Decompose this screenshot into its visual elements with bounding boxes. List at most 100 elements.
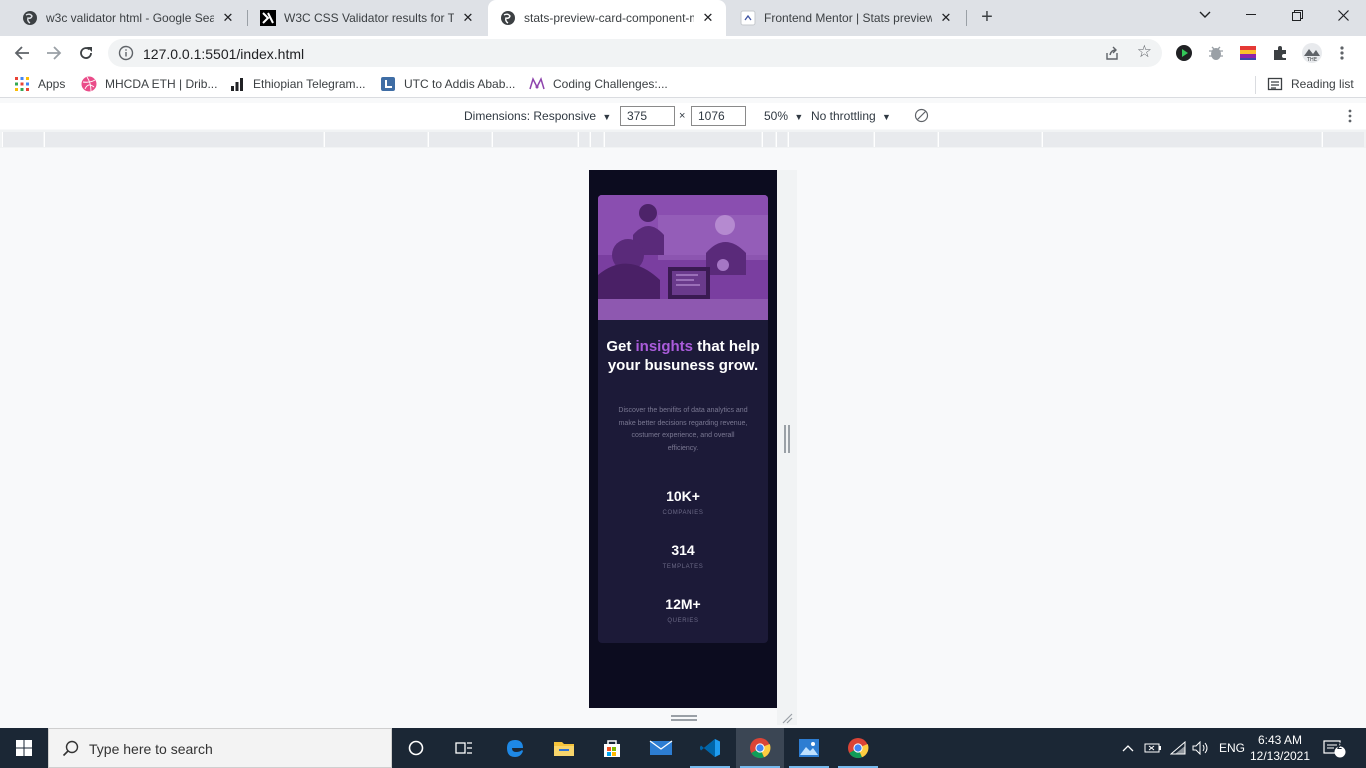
stat-templates: 314 TEMPLATES <box>598 541 768 571</box>
bar-chart-icon <box>231 78 243 91</box>
globe-icon <box>500 10 516 26</box>
bookmark-star-icon[interactable]: ☆ <box>1137 42 1152 62</box>
cortana-icon <box>408 740 424 756</box>
media-query-segment[interactable] <box>578 132 589 147</box>
share-icon[interactable] <box>1104 45 1120 61</box>
media-query-segment[interactable] <box>590 132 603 147</box>
minimize-button[interactable] <box>1228 0 1274 30</box>
bookmark-telegram[interactable]: Ethiopian Telegram... <box>229 76 366 92</box>
edge-button[interactable] <box>491 728 539 768</box>
dimensions-dropdown[interactable]: Dimensions: Responsive ▼ <box>464 109 611 123</box>
clock[interactable]: 6:43 AM 12/13/2021 <box>1244 732 1316 764</box>
new-tab-button[interactable]: + <box>976 6 998 28</box>
profile-avatar-icon[interactable]: THE <box>1301 42 1323 64</box>
bookmark-coding[interactable]: Coding Challenges:... <box>529 76 668 92</box>
info-icon[interactable] <box>118 45 134 61</box>
bookmark-dribbble[interactable]: MHCDA ETH | Drib... <box>81 76 217 92</box>
close-tab-icon[interactable]: ✕ <box>938 10 954 26</box>
language-indicator[interactable]: ENG <box>1219 728 1245 768</box>
media-query-segment[interactable] <box>938 132 1041 147</box>
restore-button[interactable] <box>1274 0 1320 30</box>
card-heading: Get insights that help your busuness gro… <box>598 337 768 375</box>
media-query-segment[interactable] <box>44 132 323 147</box>
reading-list-button[interactable]: Reading list <box>1267 76 1354 92</box>
tab-title: W3C CSS Validator results for Tex <box>284 11 454 25</box>
photos-button[interactable] <box>785 728 833 768</box>
chrome-icon <box>750 738 771 759</box>
reload-button[interactable] <box>74 41 98 65</box>
dropdown-arrow-icon: ▼ <box>882 112 891 122</box>
media-queries-bar <box>0 130 1366 148</box>
bookmarks-divider <box>1255 76 1256 94</box>
tab-google-search[interactable]: w3c validator html - Google Sear ✕ <box>10 0 246 36</box>
store-button[interactable] <box>588 728 636 768</box>
address-bar[interactable]: 127.0.0.1:5501/index.html ☆ <box>108 39 1162 67</box>
media-query-segment[interactable] <box>776 132 787 147</box>
notifications-button[interactable]: 2 <box>1322 728 1346 768</box>
tab-title: stats-preview-card-component-m <box>524 11 694 25</box>
extension-play-icon[interactable] <box>1175 44 1193 62</box>
taskbar-search-box[interactable]: Type here to search <box>48 728 392 768</box>
apps-grid-icon <box>15 77 29 91</box>
search-placeholder: Type here to search <box>89 741 213 757</box>
zoom-dropdown[interactable]: 50% ▼ <box>764 109 803 123</box>
media-query-segment[interactable] <box>1042 132 1321 147</box>
width-input[interactable] <box>620 106 675 126</box>
close-tab-icon[interactable]: ✕ <box>460 10 476 26</box>
tab-w3c-css[interactable]: W3C CSS Validator results for Tex ✕ <box>248 0 486 36</box>
bookmark-label: UTC to Addis Abab... <box>404 77 516 91</box>
back-button[interactable] <box>10 41 34 65</box>
photos-icon <box>799 739 819 757</box>
viewport-resize-handle-right[interactable] <box>777 170 797 725</box>
media-query-segment[interactable] <box>492 132 577 147</box>
stat-value: 10K+ <box>666 488 700 504</box>
tab-divider <box>966 10 967 26</box>
throttling-dropdown[interactable]: No throttling ▼ <box>811 109 891 123</box>
device-toolbar: Dimensions: Responsive ▼ × 50% ▼ No thro… <box>0 103 1366 129</box>
media-query-segment[interactable] <box>2 132 43 147</box>
chrome-window-button[interactable] <box>834 728 882 768</box>
volume-icon[interactable] <box>1192 728 1210 768</box>
forward-button[interactable] <box>42 41 66 65</box>
bookmark-utc[interactable]: UTC to Addis Abab... <box>380 76 515 92</box>
stat-label: QUERIES <box>667 618 699 624</box>
device-toolbar-menu-icon[interactable] <box>1348 108 1352 124</box>
tab-search-icon[interactable] <box>1182 0 1228 30</box>
extension-palette-icon[interactable] <box>1239 44 1257 62</box>
tab-stats-preview[interactable]: stats-preview-card-component-m ✕ <box>488 0 726 36</box>
clock-time: 6:43 AM <box>1257 733 1303 747</box>
extension-bug-icon[interactable] <box>1207 44 1225 62</box>
close-tab-icon[interactable]: ✕ <box>700 10 716 26</box>
media-query-segment[interactable] <box>1322 132 1364 147</box>
media-query-segment[interactable] <box>428 132 491 147</box>
media-query-segment[interactable] <box>874 132 937 147</box>
start-button[interactable] <box>0 728 48 768</box>
zoom-label: 50% <box>764 109 789 123</box>
mail-button[interactable] <box>637 728 685 768</box>
cortana-button[interactable] <box>392 728 440 768</box>
file-explorer-button[interactable] <box>540 728 588 768</box>
viewport-resize-handle-bottom[interactable] <box>671 715 697 721</box>
bookmark-apps[interactable]: Apps <box>14 76 65 92</box>
rotate-icon[interactable] <box>914 108 929 126</box>
close-window-button[interactable] <box>1320 0 1366 30</box>
media-query-segment[interactable] <box>604 132 761 147</box>
chrome-menu-icon[interactable] <box>1339 44 1345 62</box>
task-view-button[interactable] <box>440 728 488 768</box>
folder-icon <box>554 742 574 756</box>
battery-icon[interactable] <box>1144 728 1162 768</box>
media-query-segment[interactable] <box>324 132 427 147</box>
tab-frontend-mentor[interactable]: Frontend Mentor | Stats preview c ✕ <box>728 0 964 36</box>
resize-corner-icon[interactable] <box>781 711 793 724</box>
media-query-segment[interactable] <box>788 132 873 147</box>
wifi-icon[interactable] <box>1170 728 1186 768</box>
height-input[interactable] <box>691 106 746 126</box>
extensions-puzzle-icon[interactable] <box>1271 44 1289 62</box>
show-hidden-icons-button[interactable] <box>1122 728 1134 768</box>
clock-date: 12/13/2021 <box>1249 749 1311 763</box>
close-tab-icon[interactable]: ✕ <box>220 10 236 26</box>
media-query-segment[interactable] <box>762 132 775 147</box>
chrome-button[interactable] <box>736 728 784 768</box>
tab-strip: w3c validator html - Google Sear ✕ W3C C… <box>0 0 1366 36</box>
vscode-button[interactable] <box>686 728 734 768</box>
